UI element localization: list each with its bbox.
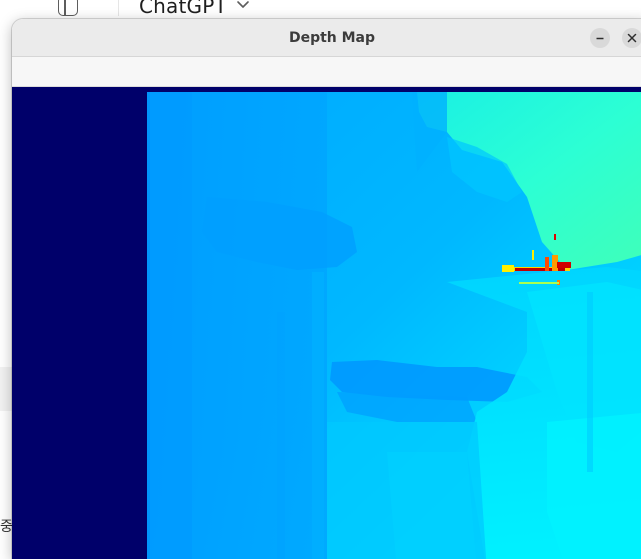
background-sidebar-item (0, 367, 12, 411)
background-text: 중 (0, 519, 13, 535)
depth-map-window: Depth Map (12, 19, 641, 559)
minimize-button[interactable] (590, 28, 610, 48)
close-icon (627, 33, 637, 43)
window-title: Depth Map (288, 30, 376, 46)
sidebar-toggle-icon[interactable] (58, 0, 78, 16)
header-divider (118, 0, 119, 16)
chevron-down-icon[interactable] (236, 0, 250, 10)
window-toolbar (12, 57, 641, 87)
minimize-icon (596, 37, 604, 40)
depth-map-canvas (12, 87, 641, 559)
depth-map-image (147, 92, 641, 559)
model-selector[interactable]: ChatGPT (139, 0, 227, 18)
close-button[interactable] (622, 28, 641, 48)
window-titlebar[interactable]: Depth Map (12, 19, 641, 57)
